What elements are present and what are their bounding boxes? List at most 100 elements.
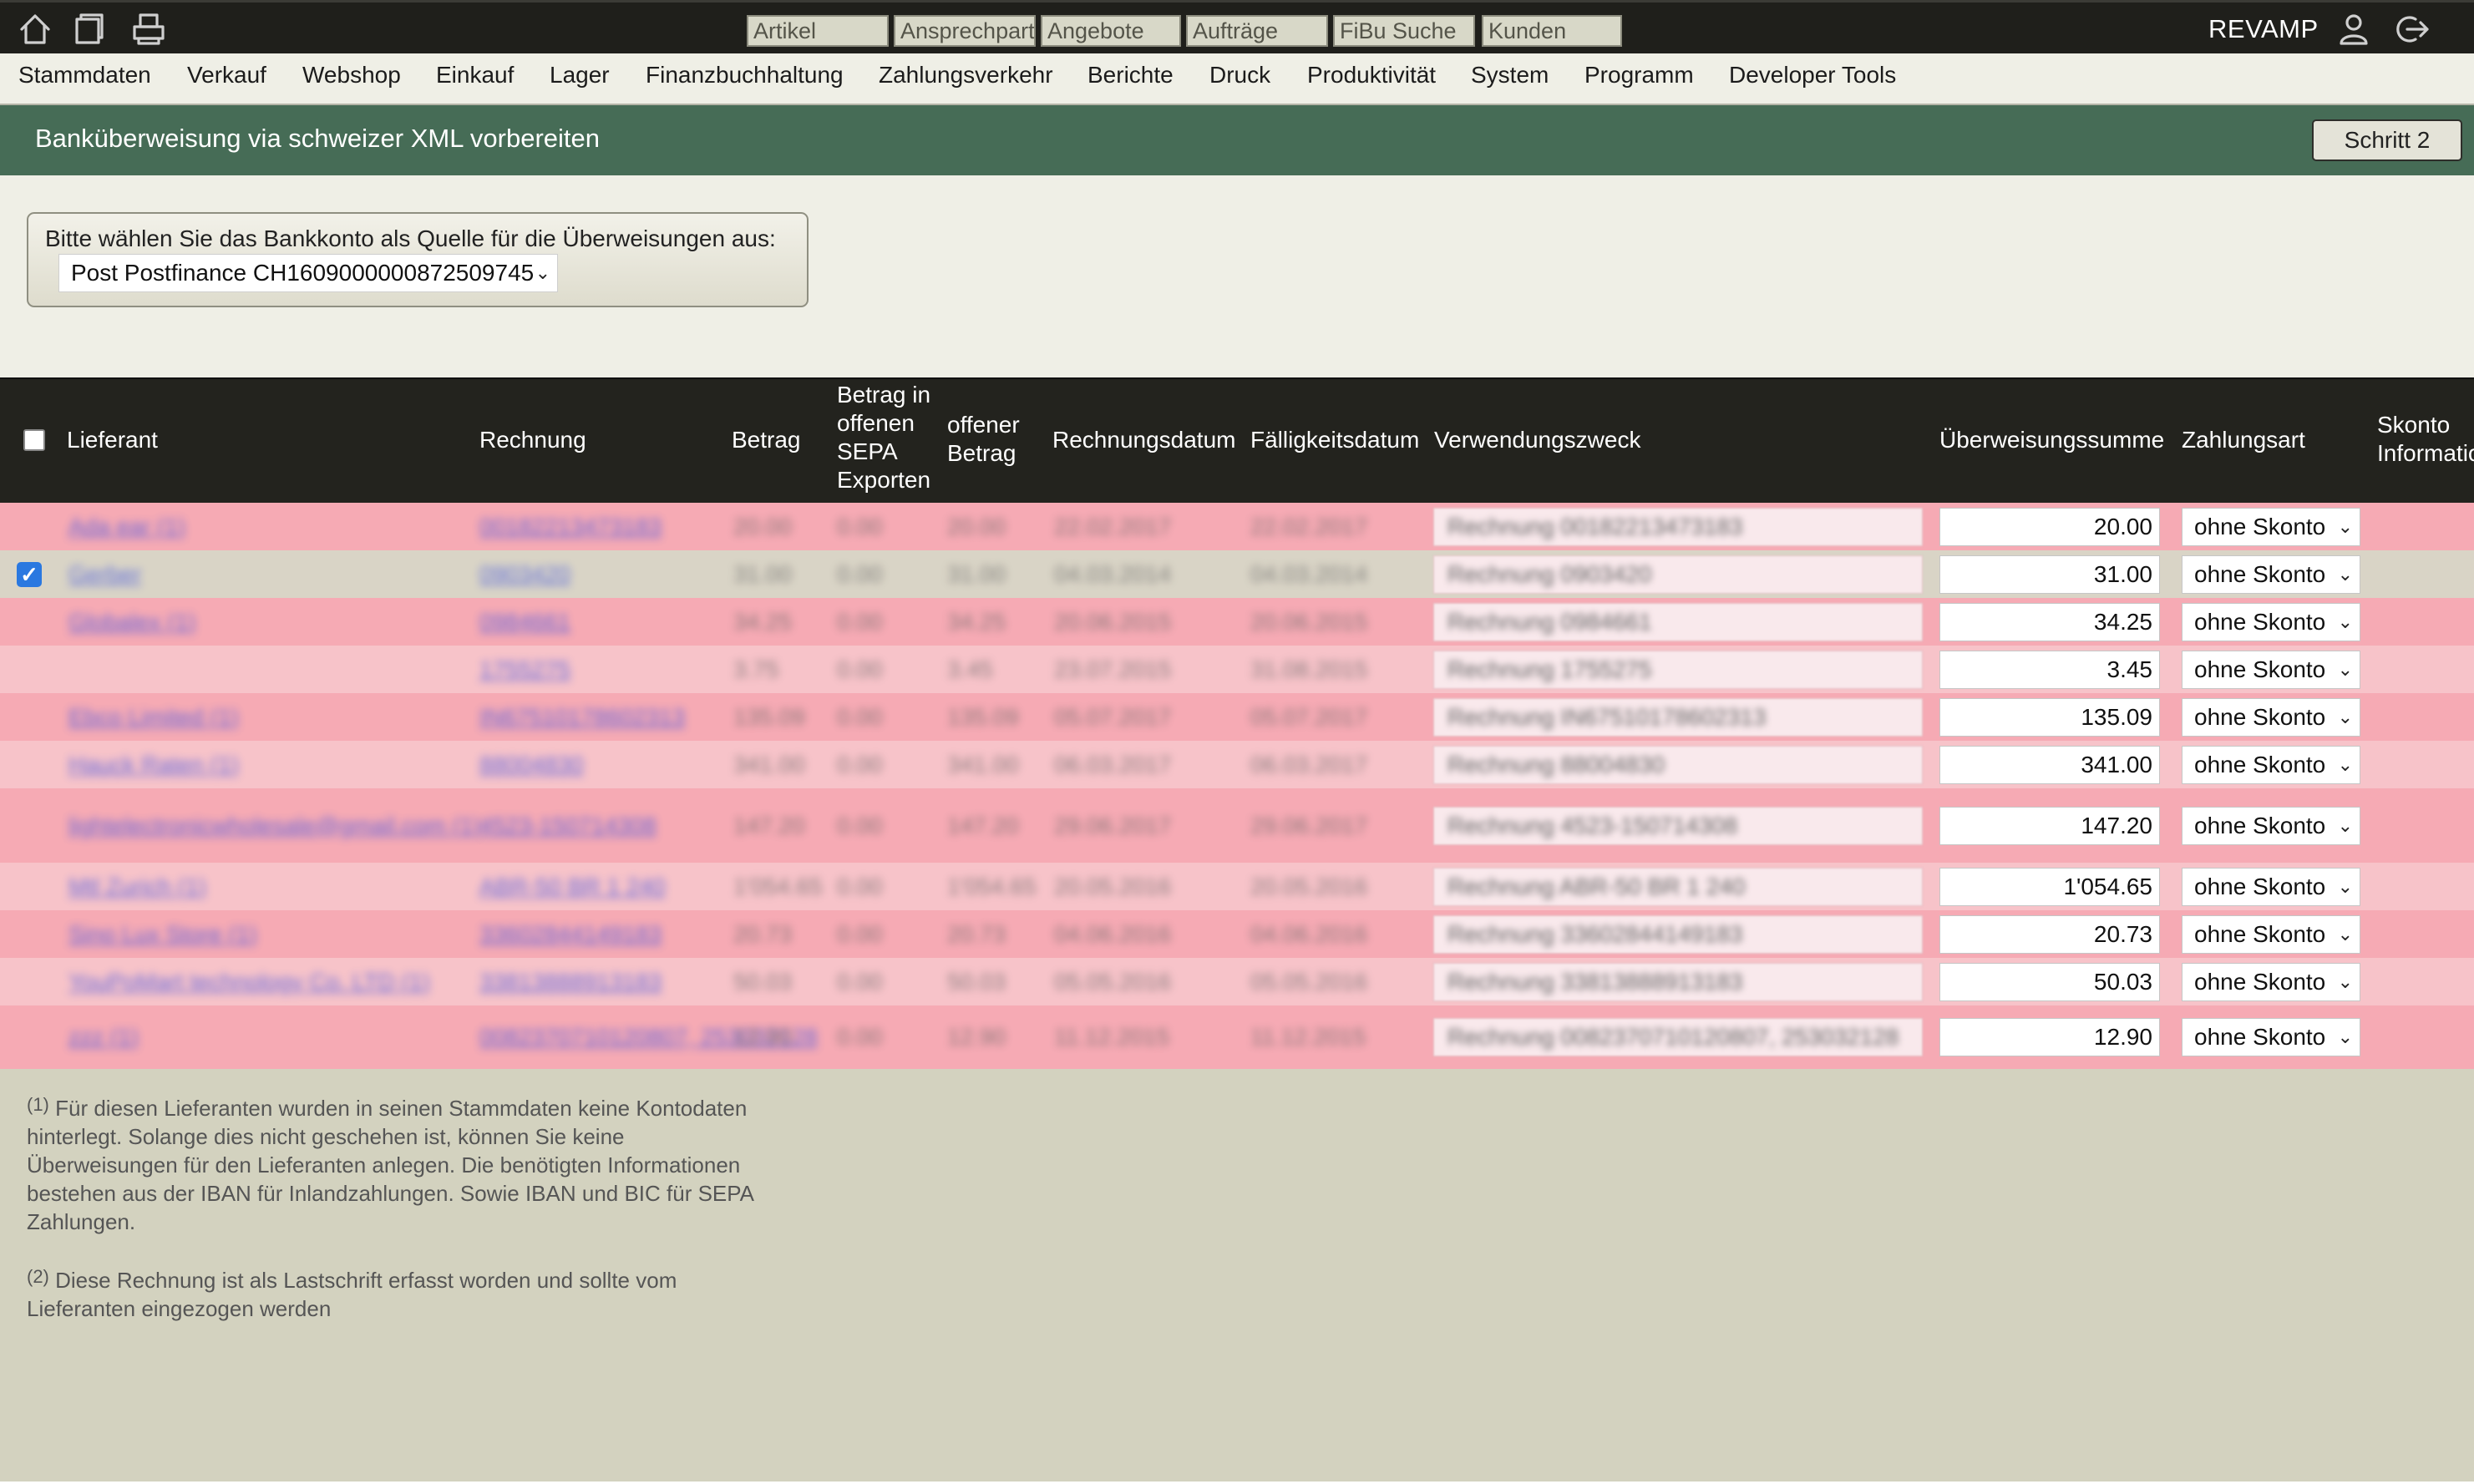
transfer-amount-input[interactable]: 341.00 — [1939, 746, 2160, 784]
menu-lager[interactable]: Lager — [550, 62, 610, 89]
chevron-down-icon: ⌄ — [2337, 876, 2353, 897]
invoice-link[interactable]: 33813888913183 — [479, 969, 662, 995]
quick-search-fibu[interactable]: FiBu Suche — [1333, 15, 1475, 47]
transfer-amount-input[interactable]: 20.00 — [1939, 508, 2160, 546]
open-amount-cell: 3.45 — [947, 656, 993, 682]
payment-type-select[interactable]: ohne Skonto ⌄ — [2182, 963, 2360, 1001]
invoice-link[interactable]: 00182213473183 — [479, 514, 662, 540]
purpose-input[interactable]: Rechnung IN67510178602313 — [1433, 698, 1923, 737]
payment-type-select[interactable]: ohne Skonto ⌄ — [2182, 746, 2360, 784]
menu-stammdaten[interactable]: Stammdaten — [18, 62, 151, 89]
footnotes: (1) Für diesen Lieferanten wurden in sei… — [27, 1091, 762, 1350]
transfer-amount-input[interactable]: 3.45 — [1939, 651, 2160, 689]
windows-icon[interactable] — [68, 9, 109, 49]
footnote-2: (2) Diese Rechnung ist als Lastschrift e… — [27, 1266, 677, 1321]
invoice-link[interactable]: 1755275 — [479, 656, 570, 683]
amount-cell: 20.00 — [733, 514, 793, 539]
payment-type-select[interactable]: ohne Skonto ⌄ — [2182, 508, 2360, 546]
menu-druck[interactable]: Druck — [1209, 62, 1270, 89]
quick-search-artikel[interactable]: Artikel — [747, 15, 889, 47]
payment-type-select[interactable]: ohne Skonto ⌄ — [2182, 807, 2360, 845]
menu-verkauf[interactable]: Verkauf — [187, 62, 266, 89]
user-icon[interactable] — [2334, 9, 2374, 49]
purpose-input[interactable]: Rechnung 0082370710120807, 253032128 — [1433, 1018, 1923, 1056]
invoice-date-cell: 20.05.2016 — [1054, 874, 1172, 899]
quick-search-ansprechpartner[interactable]: Ansprechpartner — [894, 15, 1036, 47]
supplier-link[interactable]: lightelectronicwholesale@gmail.com (1) — [68, 813, 481, 839]
open-amount-cell: 31.00 — [947, 561, 1006, 587]
amount-cell: 12.90 — [733, 1024, 793, 1050]
chevron-down-icon: ⌄ — [2337, 659, 2353, 680]
supplier-link[interactable]: Hauck Raten (1) — [68, 752, 239, 778]
invoice-link[interactable]: 4523-150714308 — [479, 813, 657, 839]
menu-finanzbuchhaltung[interactable]: Finanzbuchhaltung — [646, 62, 844, 89]
payment-type-select[interactable]: ohne Skonto ⌄ — [2182, 1018, 2360, 1056]
supplier-link[interactable]: Sino Lux Store (1) — [68, 921, 257, 948]
transfer-amount-input[interactable]: 135.09 — [1939, 698, 2160, 737]
menu-system[interactable]: System — [1471, 62, 1549, 89]
menu-developer-tools[interactable]: Developer Tools — [1729, 62, 1896, 89]
select-all-checkbox[interactable] — [23, 429, 45, 451]
top-toolbar: Artikel Ansprechpartner Angebote Aufträg… — [0, 0, 2474, 53]
transfer-amount-input[interactable]: 34.25 — [1939, 603, 2160, 641]
sepa-amount-cell: 0.00 — [837, 656, 883, 682]
purpose-input[interactable]: Rechnung 88004830 — [1433, 746, 1923, 784]
menu-programm[interactable]: Programm — [1584, 62, 1694, 89]
open-amount-cell: 341.00 — [947, 752, 1019, 777]
sepa-amount-cell: 0.00 — [837, 921, 883, 947]
col-lieferant: Lieferant — [67, 427, 158, 453]
purpose-input[interactable]: Rechnung 33602844149183 — [1433, 915, 1923, 954]
step-2-button[interactable]: Schritt 2 — [2312, 119, 2462, 161]
invoice-link[interactable]: 88004830 — [479, 752, 584, 778]
menu-produktivitaet[interactable]: Produktivität — [1307, 62, 1436, 89]
transfer-amount-input[interactable]: 147.20 — [1939, 807, 2160, 845]
supplier-link[interactable]: Ebco Limited (1) — [68, 704, 239, 731]
supplier-link[interactable]: zzz (1) — [68, 1024, 139, 1051]
quick-search-angebote[interactable]: Angebote — [1041, 15, 1181, 47]
transfer-amount-input[interactable]: 31.00 — [1939, 555, 2160, 594]
payment-type-select[interactable]: ohne Skonto ⌄ — [2182, 651, 2360, 689]
menu-webshop[interactable]: Webshop — [302, 62, 401, 89]
purpose-input[interactable]: Rechnung ABR-50 BR 1 240 — [1433, 868, 1923, 906]
transfer-amount-input[interactable]: 50.03 — [1939, 963, 2160, 1001]
purpose-input[interactable]: Rechnung 1755275 — [1433, 651, 1923, 689]
purpose-input[interactable]: Rechnung 0984661 — [1433, 603, 1923, 641]
transfer-amount-input[interactable]: 1'054.65 — [1939, 868, 2160, 906]
payment-type-select[interactable]: ohne Skonto ⌄ — [2182, 555, 2360, 594]
purpose-input[interactable]: Rechnung 00182213473183 — [1433, 508, 1923, 546]
supplier-link[interactable]: YouPoMart technology Co. LTD (1) — [68, 969, 430, 995]
sepa-amount-cell: 0.00 — [837, 704, 883, 730]
table-row: Ebco Limited (1) IN67510178602313 135.09 0.… — [0, 693, 2474, 741]
invoice-link[interactable]: 0984661 — [479, 609, 570, 636]
supplier-link[interactable]: Globalex (1) — [68, 609, 196, 636]
supplier-link[interactable]: Gerber — [68, 561, 141, 588]
invoice-link[interactable]: ABR-50 BR 1 240 — [479, 874, 666, 900]
quick-search-kunden[interactable]: Kunden — [1482, 15, 1622, 47]
payment-type-select[interactable]: ohne Skonto ⌄ — [2182, 603, 2360, 641]
printer-icon[interactable] — [129, 9, 169, 49]
purpose-input[interactable]: Rechnung 33813888913183 — [1433, 963, 1923, 1001]
bank-account-select[interactable]: Post Postfinance CH1609000000872509745 ⌄ — [58, 254, 558, 292]
menu-zahlungsverkehr[interactable]: Zahlungsverkehr — [879, 62, 1053, 89]
menu-berichte[interactable]: Berichte — [1087, 62, 1174, 89]
invoice-date-cell: 29.06.2017 — [1054, 813, 1172, 838]
purpose-input[interactable]: Rechnung 0903420 — [1433, 555, 1923, 594]
payment-type-select[interactable]: ohne Skonto ⌄ — [2182, 698, 2360, 737]
home-icon[interactable] — [15, 9, 55, 49]
sepa-amount-cell: 0.00 — [837, 1024, 883, 1050]
logout-icon[interactable] — [2392, 9, 2432, 49]
menu-einkauf[interactable]: Einkauf — [436, 62, 514, 89]
invoice-link[interactable]: 0903420 — [479, 561, 570, 588]
payment-type-select[interactable]: ohne Skonto ⌄ — [2182, 868, 2360, 906]
transfer-amount-input[interactable]: 12.90 — [1939, 1018, 2160, 1056]
invoice-link[interactable]: IN67510178602313 — [479, 704, 685, 731]
sepa-amount-cell: 0.00 — [837, 514, 883, 539]
purpose-input[interactable]: Rechnung 4523-150714308 — [1433, 807, 1923, 845]
invoice-link[interactable]: 33602844149183 — [479, 921, 662, 948]
supplier-link[interactable]: Mtl Zurich (1) — [68, 874, 206, 900]
supplier-link[interactable]: Ada ear (1) — [68, 514, 185, 540]
transfer-amount-input[interactable]: 20.73 — [1939, 915, 2160, 954]
payment-type-select[interactable]: ohne Skonto ⌄ — [2182, 915, 2360, 954]
quick-search-auftraege[interactable]: Aufträge — [1186, 15, 1328, 47]
row-checkbox[interactable]: ✓ — [17, 562, 42, 587]
